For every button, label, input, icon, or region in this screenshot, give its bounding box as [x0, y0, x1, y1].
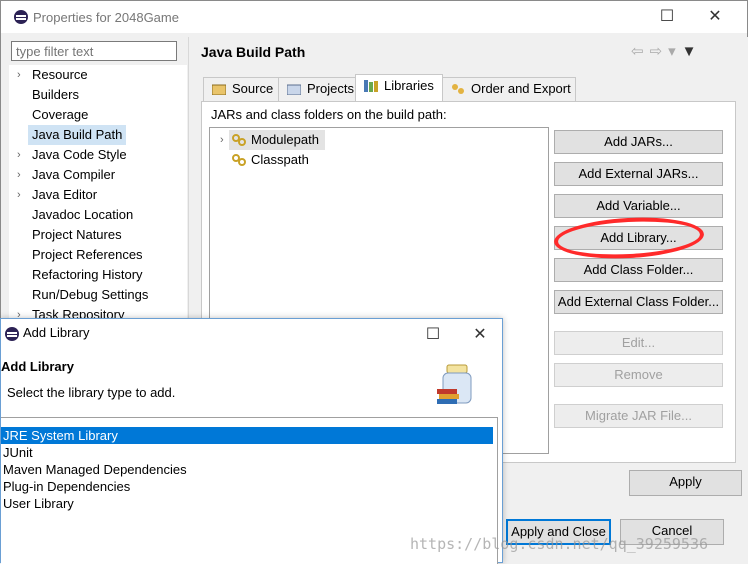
tab-source[interactable]: Source	[203, 77, 279, 101]
add-external-class-folder-button[interactable]: Add External Class Folder...	[554, 290, 723, 314]
edit-button[interactable]: Edit...	[554, 331, 723, 355]
watermark: https://blog.csdn.net/qq_39259536	[410, 535, 709, 553]
nav-item-run-debug-settings[interactable]: Run/Debug Settings	[9, 285, 187, 305]
add-variable-button[interactable]: Add Variable...	[554, 194, 723, 218]
nav-item-java-editor[interactable]: › Java Editor	[9, 185, 187, 205]
list-item-maven-managed-dependencies[interactable]: Maven Managed Dependencies	[3, 461, 493, 478]
projects-icon	[287, 84, 301, 95]
nav-item-java-compiler[interactable]: › Java Compiler	[9, 165, 187, 185]
list-item-jre-system-library[interactable]: JRE System Library	[1, 427, 493, 444]
chevron-right-icon[interactable]: ›	[220, 130, 224, 150]
tree-item-classpath[interactable]: Classpath	[229, 150, 325, 170]
chevron-right-icon: ›	[17, 69, 21, 81]
nav-item-java-code-style[interactable]: › Java Code Style	[9, 145, 187, 165]
nav-item-java-build-path[interactable]: Java Build Path	[9, 125, 187, 145]
migrate-jar-button[interactable]: Migrate JAR File...	[554, 404, 723, 428]
page-title: Java Build Path	[201, 44, 306, 60]
filter-input[interactable]	[11, 41, 177, 61]
tab-libraries[interactable]: Libraries	[355, 74, 443, 102]
build-path-label: JARs and class folders on the build path…	[211, 107, 447, 122]
libraries-icon	[364, 80, 378, 92]
maximize-button[interactable]: ☐	[645, 1, 689, 33]
nav-item-javadoc-location[interactable]: Javadoc Location	[9, 205, 187, 225]
apply-button[interactable]: Apply	[629, 470, 742, 496]
eclipse-icon	[14, 10, 28, 24]
dialog-title: Add Library	[23, 325, 90, 340]
tree-item-modulepath[interactable]: › Modulepath	[220, 130, 325, 150]
list-item-plugin-dependencies[interactable]: Plug-in Dependencies	[3, 478, 493, 495]
dialog-close-button[interactable]: ✕	[458, 319, 502, 351]
menu-dropdown-icon[interactable]: ▼	[682, 43, 703, 60]
remove-button[interactable]: Remove	[554, 363, 723, 387]
window-title: Properties for 2048Game	[33, 10, 179, 25]
library-container-icon	[232, 134, 246, 146]
chevron-right-icon: ›	[17, 169, 21, 181]
dialog-subtitle: Select the library type to add.	[7, 385, 176, 400]
source-folder-icon	[212, 84, 226, 95]
order-export-icon	[452, 84, 464, 94]
dialog-heading: Add Library	[1, 359, 74, 374]
nav-item-coverage[interactable]: Coverage	[9, 105, 187, 125]
add-library-dialog: Add Library ☐ ✕ Add Library Select the l…	[0, 318, 503, 564]
chevron-right-icon: ›	[17, 149, 21, 161]
add-jars-button[interactable]: Add JARs...	[554, 130, 723, 154]
eclipse-icon	[5, 327, 19, 341]
title-bar: Properties for 2048Game ☐ ✕	[1, 1, 747, 33]
add-class-folder-button[interactable]: Add Class Folder...	[554, 258, 723, 282]
dialog-maximize-button[interactable]: ☐	[411, 319, 455, 351]
list-item-junit[interactable]: JUnit	[3, 444, 493, 461]
close-button[interactable]: ✕	[693, 1, 737, 33]
dialog-header	[1, 351, 502, 415]
library-jar-icon	[437, 364, 472, 404]
nav-item-builders[interactable]: Builders	[9, 85, 187, 105]
nav-item-project-natures[interactable]: Project Natures	[9, 225, 187, 245]
chevron-right-icon: ›	[17, 189, 21, 201]
history-nav-arrows[interactable]: ⇦⇨▾▼	[631, 42, 703, 60]
library-container-icon	[232, 154, 246, 166]
add-external-jars-button[interactable]: Add External JARs...	[554, 162, 723, 186]
property-nav-list: › Resource Builders Coverage Java Build P…	[9, 65, 187, 325]
tab-order-and-export[interactable]: Order and Export	[442, 77, 576, 101]
nav-item-project-references[interactable]: Project References	[9, 245, 187, 265]
list-item-user-library[interactable]: User Library	[3, 495, 493, 512]
nav-item-resource[interactable]: › Resource	[9, 65, 187, 85]
nav-item-refactoring-history[interactable]: Refactoring History	[9, 265, 187, 285]
tab-projects[interactable]: Projects	[278, 77, 356, 101]
